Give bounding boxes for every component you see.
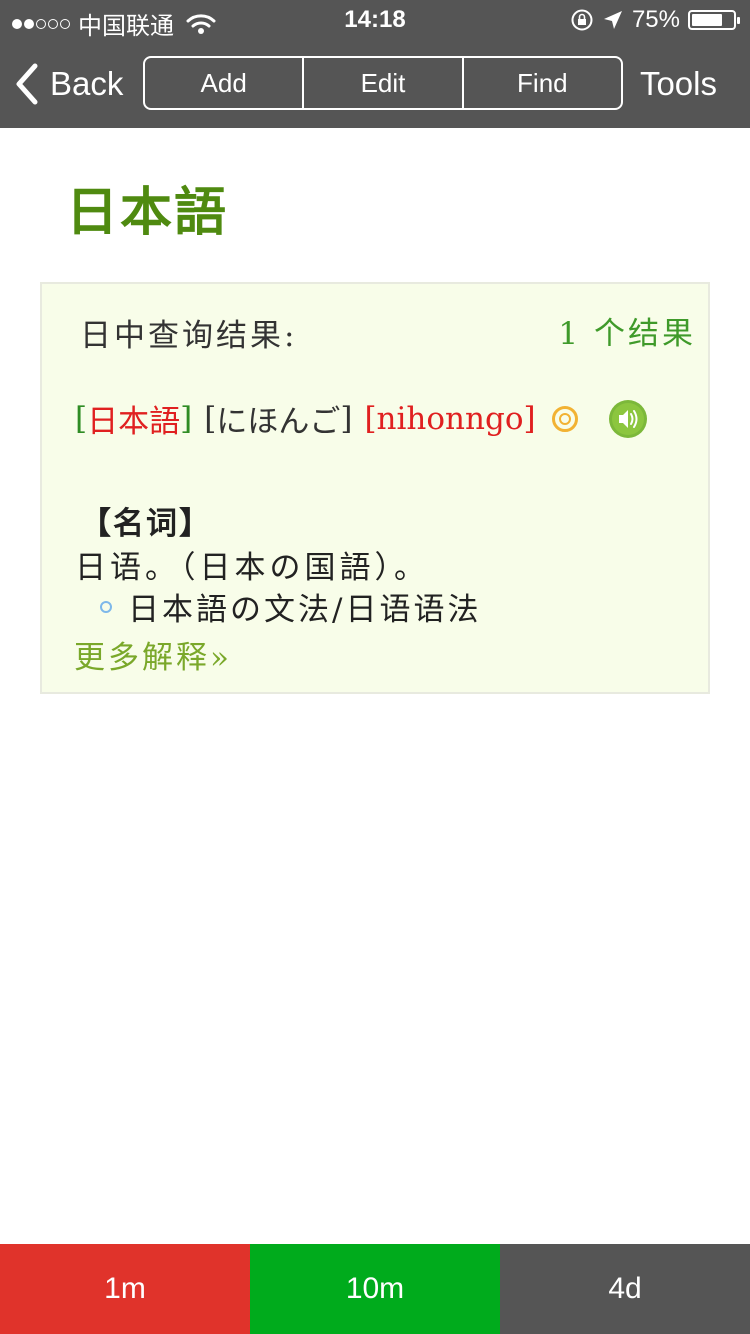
example-item: 日本語の文法/日语语法 (100, 584, 481, 629)
navigation-bar: Back Add Edit Find Tools (0, 40, 750, 128)
interval-1m-button[interactable]: 1m (0, 1244, 250, 1334)
bracket-close: ] (180, 400, 193, 437)
entry-line: [ 日本語 ] [ にほんご ] [ nihonngo ] (75, 396, 648, 441)
chevron-left-icon (16, 63, 38, 105)
bracket-open: [ (364, 400, 377, 437)
speaker-icon[interactable] (608, 399, 648, 439)
bracket-close: ] (523, 400, 536, 437)
battery-percent: 75% (631, 6, 680, 33)
battery-fill (692, 14, 722, 26)
double-circle-icon (551, 405, 578, 432)
battery-icon (688, 10, 740, 30)
definition-text: 日语。（日本の国語）。 (75, 550, 429, 586)
status-right-group: 75% (570, 6, 740, 34)
status-bar: 中国联通 14:18 75% (0, 0, 750, 40)
edit-button[interactable]: Edit (302, 58, 461, 108)
interval-10m-button[interactable]: 10m (250, 1244, 500, 1334)
find-button[interactable]: Find (461, 58, 621, 108)
review-interval-bar: 1m 10m 4d (0, 1244, 750, 1334)
entry-romaji: nihonngo (376, 400, 524, 437)
dictionary-result-card: 日中查询结果: 1 个结果 [ 日本語 ] [ にほんご ] [ nihonng… (40, 282, 710, 694)
back-button[interactable]: Back (14, 60, 123, 108)
back-label: Back (50, 65, 124, 102)
more-explanations-link[interactable]: 更多解释» (74, 632, 232, 677)
interval-4d-button[interactable]: 4d (500, 1244, 750, 1334)
entry-word: 日本語 (87, 404, 181, 440)
page-title: 日本語 (66, 182, 229, 243)
rotation-lock-icon (571, 9, 593, 31)
bullet-icon (100, 600, 112, 613)
top-bar: 中国联通 14:18 75% Back Add Edit Find Tools (0, 0, 750, 128)
bracket-close: ] (340, 400, 353, 437)
segmented-control: Add Edit Find (143, 56, 623, 110)
add-button[interactable]: Add (145, 58, 302, 108)
tools-button[interactable]: Tools (640, 60, 717, 108)
part-of-speech: 【名词】 (80, 506, 212, 542)
bracket-open: [ (75, 400, 88, 437)
example-text: 日本語の文法/日语语法 (128, 592, 482, 628)
location-arrow-icon (603, 11, 622, 29)
entry-kana: にほんご (216, 404, 341, 440)
query-result-label: 日中查询结果: (80, 318, 298, 354)
result-count: 1 个结果 (558, 316, 696, 352)
bracket-open: [ (204, 400, 217, 437)
